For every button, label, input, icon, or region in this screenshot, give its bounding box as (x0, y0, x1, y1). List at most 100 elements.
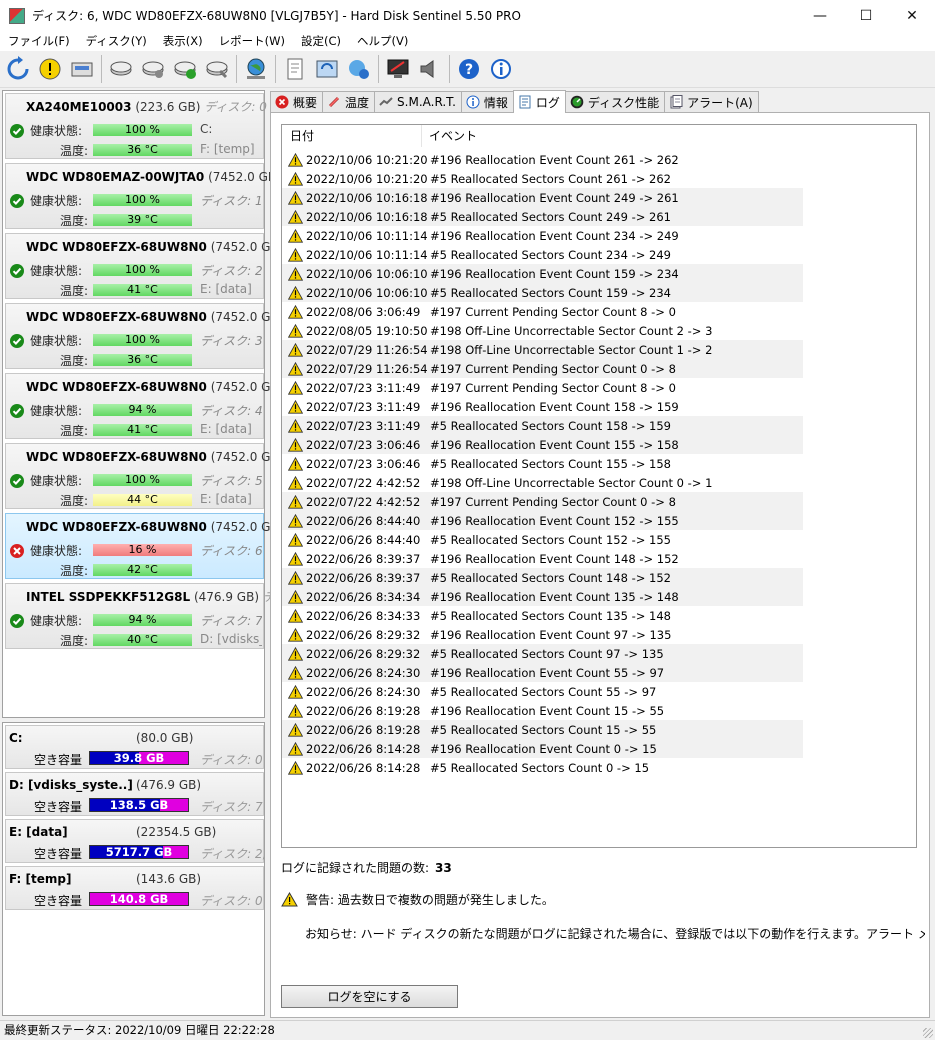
alert-doc-icon (669, 95, 683, 109)
close-button[interactable]: ✕ (889, 0, 935, 31)
log-row[interactable]: 2022/06/26 8:34:34 #196 Reallocation Even… (282, 587, 803, 606)
log-row[interactable]: 2022/07/22 4:42:52 #197 Current Pending S… (282, 492, 803, 511)
menu-file[interactable]: ファイル(F) (0, 33, 78, 49)
volume-card[interactable]: E: [data] (22354.5 GB) 空き容量 5717.7 GB ディスク: … (5, 819, 264, 863)
clear-log-button[interactable]: ログを空にする (281, 985, 458, 1008)
disk-card[interactable]: WDC WD80EFZX-68UW8N0 (7452.0 GB) ディスク: 2… (5, 233, 350, 299)
tab-info[interactable]: 情報 (460, 91, 514, 112)
tab-alert-doc[interactable]: アラート(A) (664, 91, 759, 112)
disk-card[interactable]: XA240ME10003 (223.6 GB) ディスク: 0 健康状態: 100 … (5, 93, 267, 159)
report-icon[interactable] (281, 54, 309, 84)
about-icon[interactable] (487, 54, 515, 84)
log-row[interactable]: 2022/06/26 8:14:28 #5 Reallocated Sectors… (282, 758, 803, 777)
tab-gauge[interactable]: ディスク性能 (564, 91, 666, 112)
log-row[interactable]: 2022/10/06 10:16:18 #196 Reallocation Eve… (282, 188, 803, 207)
log-row[interactable]: 2022/10/06 10:06:10 #5 Reallocated Sector… (282, 283, 803, 302)
menu-settings[interactable]: 設定(C) (293, 33, 349, 49)
log-event: #197 Current Pending Sector Count 0 -> 8 (430, 361, 676, 376)
refresh-icon[interactable] (4, 54, 32, 84)
toolbar-separator (101, 55, 102, 83)
log-row[interactable]: 2022/08/05 19:10:50 #198 Off-Line Uncorre… (282, 321, 803, 340)
log-row[interactable]: 2022/07/29 11:26:54 #198 Off-Line Uncorre… (282, 340, 803, 359)
log-date: 2022/10/06 10:11:14 (306, 247, 428, 262)
log-row[interactable]: 2022/07/23 3:11:49 #196 Reallocation Even… (282, 397, 803, 416)
log-row[interactable]: 2022/07/23 3:11:49 #197 Current Pending S… (282, 378, 803, 397)
disk-number-label: ディスク: 5 (200, 474, 262, 488)
log-row[interactable]: 2022/07/22 4:42:52 #198 Off-Line Uncorrec… (282, 473, 803, 492)
log-header: 日付 イベント (282, 125, 803, 147)
warning-icon (287, 532, 304, 547)
log-row[interactable]: 2022/10/06 10:16:18 #5 Reallocated Sector… (282, 207, 803, 226)
disk-info-icon[interactable] (68, 54, 96, 84)
check-icon (9, 123, 25, 139)
log-row[interactable]: 2022/07/29 11:26:54 #197 Current Pending … (282, 359, 803, 378)
log-list[interactable]: 日付 イベント 2022/10/06 10:21:20 #196 Realloca… (281, 124, 917, 848)
disk-name: WDC WD80EFZX-68UW8N0 (26, 380, 207, 394)
disk-tools-icon[interactable] (203, 54, 231, 84)
disk-card[interactable]: WDC WD80EMAZ-00WJTA0 (7452.0 GB) ディスク: 1… (5, 163, 347, 229)
log-row[interactable]: 2022/06/26 8:34:33 #5 Reallocated Sectors… (282, 606, 803, 625)
disk-check-icon[interactable] (171, 54, 199, 84)
disk-card[interactable]: WDC WD80EFZX-68UW8N0 (7452.0 GB) ディスク: 3… (5, 303, 350, 369)
log-col-date-header[interactable]: 日付 (282, 125, 422, 147)
menu-help[interactable]: ヘルプ(V) (349, 33, 416, 49)
log-row[interactable]: 2022/07/23 3:06:46 #196 Reallocation Even… (282, 435, 803, 454)
disk-card[interactable]: WDC WD80EFZX-68UW8N0 (7452.0 GB) ディスク: 6… (5, 513, 350, 579)
log-row[interactable]: 2022/06/26 8:19:28 #196 Reallocation Even… (282, 701, 803, 720)
tab-log[interactable]: ログ (512, 90, 566, 113)
log-row[interactable]: 2022/06/26 8:29:32 #5 Reallocated Sectors… (282, 644, 803, 663)
toolbar-separator (378, 55, 379, 83)
tab-thermometer[interactable]: 温度 (322, 91, 376, 112)
disk-test-icon[interactable] (107, 54, 135, 84)
tab-x-circle[interactable]: 概要 (270, 91, 324, 112)
log-row[interactable]: 2022/08/06 3:06:49 #197 Current Pending S… (282, 302, 803, 321)
volume-card[interactable]: D: [vdisks_syste..] (476.9 GB) 空き容量 138.5 G… (5, 772, 264, 816)
log-event: #196 Reallocation Event Count 234 -> 249 (430, 228, 679, 243)
network-globe-icon[interactable] (242, 54, 270, 84)
log-col-event-header[interactable]: イベント (422, 125, 477, 147)
disk-settings-icon[interactable] (139, 54, 167, 84)
log-row[interactable]: 2022/06/26 8:44:40 #5 Reallocated Sectors… (282, 530, 803, 549)
log-row[interactable]: 2022/07/23 3:11:49 #5 Reallocated Sectors… (282, 416, 803, 435)
health-bar: 100 % (93, 194, 192, 206)
send-icon[interactable] (345, 54, 373, 84)
check-icon (9, 263, 25, 279)
log-row[interactable]: 2022/06/26 8:39:37 #196 Reallocation Even… (282, 549, 803, 568)
warning-disk-icon[interactable] (36, 54, 64, 84)
maximize-button[interactable]: ☐ (843, 0, 889, 31)
volume-card[interactable]: F: [temp] (143.6 GB) 空き容量 140.8 GB ディスク: 0 (5, 866, 264, 910)
sound-icon[interactable] (416, 54, 444, 84)
log-row[interactable]: 2022/10/06 10:21:20 #196 Reallocation Eve… (282, 150, 803, 169)
backup-icon[interactable] (313, 54, 341, 84)
resize-grip-icon[interactable] (923, 1028, 933, 1038)
log-row[interactable]: 2022/06/26 8:44:40 #196 Reallocation Even… (282, 511, 803, 530)
log-row[interactable]: 2022/06/26 8:19:28 #5 Reallocated Sectors… (282, 720, 803, 739)
log-row[interactable]: 2022/07/23 3:06:46 #5 Reallocated Sectors… (282, 454, 803, 473)
log-row[interactable]: 2022/10/06 10:06:10 #196 Reallocation Eve… (282, 264, 803, 283)
warning-icon (287, 304, 304, 319)
log-event: #196 Reallocation Event Count 152 -> 155 (430, 513, 679, 528)
log-row[interactable]: 2022/06/26 8:14:28 #196 Reallocation Even… (282, 739, 803, 758)
log-row[interactable]: 2022/10/06 10:11:14 #5 Reallocated Sector… (282, 245, 803, 264)
log-tab-content: 日付 イベント 2022/10/06 10:21:20 #196 Realloca… (270, 112, 930, 1018)
log-row[interactable]: 2022/06/26 8:29:32 #196 Reallocation Even… (282, 625, 803, 644)
menu-view[interactable]: 表示(X) (155, 33, 211, 49)
menu-disk[interactable]: ディスク(Y) (78, 33, 155, 49)
help-icon[interactable]: ? (455, 54, 483, 84)
minimize-button[interactable]: — (797, 0, 843, 31)
menu-report[interactable]: レポート(W) (211, 33, 293, 49)
temperature-label: 温度: (60, 634, 89, 648)
disk-card[interactable]: INTEL SSDPEKKF512G8L (476.9 GB) ディスク: 7 健… (5, 583, 325, 649)
log-row[interactable]: 2022/06/26 8:39:37 #5 Reallocated Sectors… (282, 568, 803, 587)
disk-card[interactable]: WDC WD80EFZX-68UW8N0 (7452.0 GB) ディスク: 4… (5, 373, 350, 439)
tab-smart[interactable]: S.M.A.R.T. (374, 91, 462, 112)
volume-card[interactable]: C: (80.0 GB) 空き容量 39.8 GB ディスク: 0 (5, 725, 264, 769)
log-date: 2022/07/22 4:42:52 (306, 475, 421, 490)
log-row[interactable]: 2022/06/26 8:24:30 #5 Reallocated Sectors… (282, 682, 803, 701)
log-row[interactable]: 2022/10/06 10:21:20 #5 Reallocated Sector… (282, 169, 803, 188)
disk-card[interactable]: WDC WD80EFZX-68UW8N0 (7452.0 GB) ディスク: 5… (5, 443, 350, 509)
warning-icon (287, 399, 304, 414)
monitor-icon[interactable] (384, 54, 412, 84)
log-row[interactable]: 2022/10/06 10:11:14 #196 Reallocation Eve… (282, 226, 803, 245)
log-row[interactable]: 2022/06/26 8:24:30 #196 Reallocation Even… (282, 663, 803, 682)
